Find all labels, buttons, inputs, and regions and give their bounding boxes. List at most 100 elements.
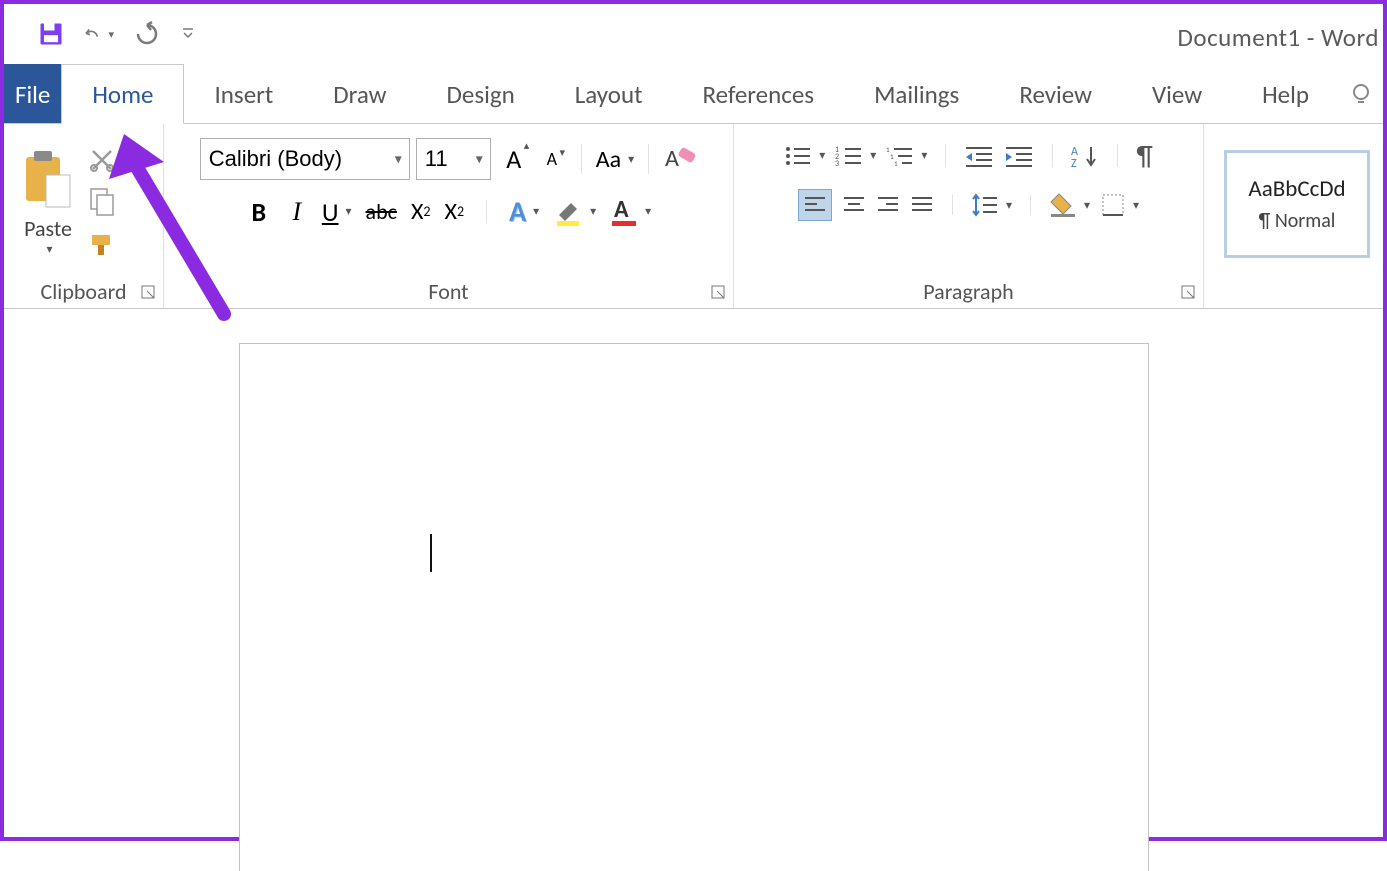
- multilevel-list-button[interactable]: 1 1 1 ▾: [886, 144, 927, 168]
- pilcrow-icon: ¶: [1136, 138, 1152, 173]
- borders-button[interactable]: ▾: [1100, 192, 1139, 218]
- font-color-icon: A: [610, 197, 638, 227]
- redo-icon: [133, 21, 161, 47]
- borders-icon: [1100, 192, 1126, 218]
- svg-text:3: 3: [835, 159, 839, 168]
- group-clipboard-label: Clipboard: [40, 278, 126, 305]
- tab-view[interactable]: View: [1122, 64, 1232, 123]
- group-styles: AaBbCcDd ¶ Normal: [1204, 124, 1383, 308]
- align-center-icon: [842, 195, 866, 215]
- grow-font-button[interactable]: A▴: [497, 143, 531, 175]
- document-page[interactable]: [239, 343, 1149, 871]
- tab-design[interactable]: Design: [417, 64, 545, 123]
- underline-button[interactable]: U▾: [322, 196, 352, 228]
- tab-file[interactable]: File: [4, 64, 61, 123]
- customize-qat-button[interactable]: [180, 19, 196, 49]
- text-cursor: [430, 534, 432, 572]
- bold-button[interactable]: B: [246, 196, 272, 228]
- quick-access-toolbar: ▾ Document1 - Word: [4, 4, 1383, 64]
- increase-indent-button[interactable]: [1004, 144, 1034, 168]
- redo-button[interactable]: [132, 19, 162, 49]
- justify-button[interactable]: [910, 195, 934, 215]
- svg-text:Z: Z: [1071, 157, 1077, 169]
- document-title: Document1 - Word: [1178, 22, 1379, 53]
- svg-text:A: A: [614, 197, 629, 224]
- show-hide-button[interactable]: ¶: [1136, 138, 1152, 173]
- highlight-icon: [553, 197, 583, 227]
- increase-indent-icon: [1004, 144, 1034, 168]
- grow-font-icon: A▴: [506, 143, 521, 175]
- shrink-font-button[interactable]: A▾: [537, 148, 567, 170]
- italic-button[interactable]: I: [286, 197, 308, 227]
- tab-references[interactable]: References: [673, 64, 845, 123]
- numbering-icon: 1 2 3: [835, 144, 863, 168]
- tab-home[interactable]: Home: [61, 64, 184, 124]
- lightbulb-icon: [1349, 82, 1373, 106]
- align-right-button[interactable]: [876, 195, 900, 215]
- tab-help[interactable]: Help: [1232, 64, 1339, 123]
- font-name-select[interactable]: [200, 138, 410, 180]
- cut-button[interactable]: [88, 147, 116, 173]
- save-button[interactable]: [36, 19, 66, 49]
- font-color-button[interactable]: A ▾: [610, 197, 651, 227]
- group-paragraph-label: Paragraph: [923, 278, 1013, 305]
- justify-icon: [910, 195, 934, 215]
- undo-icon: [84, 23, 102, 45]
- underline-icon: U: [322, 196, 339, 228]
- clear-formatting-icon: A: [663, 144, 697, 174]
- font-size-select[interactable]: [416, 138, 491, 180]
- text-effects-button[interactable]: A▾: [509, 194, 539, 229]
- change-case-icon: Aa: [596, 145, 621, 174]
- align-left-button[interactable]: [798, 189, 832, 221]
- clear-formatting-button[interactable]: A: [663, 144, 697, 174]
- save-icon: [37, 20, 65, 48]
- copy-button[interactable]: [88, 187, 116, 217]
- style-name: ¶ Normal: [1259, 209, 1336, 233]
- paste-icon: [22, 149, 74, 213]
- tab-mailings[interactable]: Mailings: [844, 64, 989, 123]
- align-left-icon: [803, 195, 827, 215]
- subscript-button[interactable]: X2: [411, 197, 431, 226]
- line-spacing-button[interactable]: ▾: [971, 192, 1012, 218]
- tab-insert[interactable]: Insert: [184, 64, 303, 123]
- shading-button[interactable]: ▾: [1049, 192, 1090, 218]
- paste-button[interactable]: [22, 149, 74, 213]
- shading-icon: [1049, 192, 1077, 218]
- shrink-font-icon: A▾: [547, 148, 557, 170]
- chevron-down-icon: ▾: [108, 28, 114, 41]
- superscript-button[interactable]: X2: [445, 197, 465, 226]
- copy-icon: [89, 187, 115, 217]
- format-painter-button[interactable]: [88, 231, 116, 259]
- change-case-button[interactable]: Aa▾: [596, 145, 634, 174]
- bullets-icon: [784, 144, 812, 168]
- tab-draw[interactable]: Draw: [303, 64, 416, 123]
- group-font: A▴ A▾ Aa▾ A B I: [164, 124, 734, 308]
- format-painter-icon: [88, 231, 116, 259]
- svg-text:A: A: [665, 144, 679, 173]
- multilevel-icon: 1 1 1: [886, 144, 914, 168]
- decrease-indent-button[interactable]: [964, 144, 994, 168]
- customize-icon: [182, 27, 194, 41]
- dialog-launcher-paragraph[interactable]: [1181, 285, 1197, 301]
- tab-layout[interactable]: Layout: [545, 64, 673, 123]
- tab-review[interactable]: Review: [989, 64, 1122, 123]
- sort-icon: A Z: [1071, 143, 1099, 169]
- tell-me-button[interactable]: [1339, 64, 1383, 123]
- document-workspace: [4, 309, 1383, 837]
- undo-button[interactable]: ▾: [84, 19, 114, 49]
- style-normal[interactable]: AaBbCcDd ¶ Normal: [1224, 150, 1370, 258]
- align-center-button[interactable]: [842, 195, 866, 215]
- bullets-button[interactable]: ▾: [784, 144, 825, 168]
- chevron-down-icon[interactable]: ▾: [46, 242, 52, 257]
- group-font-label: Font: [428, 278, 468, 305]
- dialog-launcher-font[interactable]: [711, 285, 727, 301]
- dialog-launcher-clipboard[interactable]: [141, 285, 157, 301]
- sort-button[interactable]: A Z: [1071, 143, 1099, 169]
- align-right-icon: [876, 195, 900, 215]
- text-effects-icon: A: [509, 194, 526, 229]
- highlight-button[interactable]: ▾: [553, 197, 596, 227]
- strikethrough-button[interactable]: abc: [366, 198, 397, 225]
- paste-label: Paste: [24, 215, 72, 242]
- numbering-button[interactable]: 1 2 3 ▾: [835, 144, 876, 168]
- line-spacing-icon: [971, 192, 999, 218]
